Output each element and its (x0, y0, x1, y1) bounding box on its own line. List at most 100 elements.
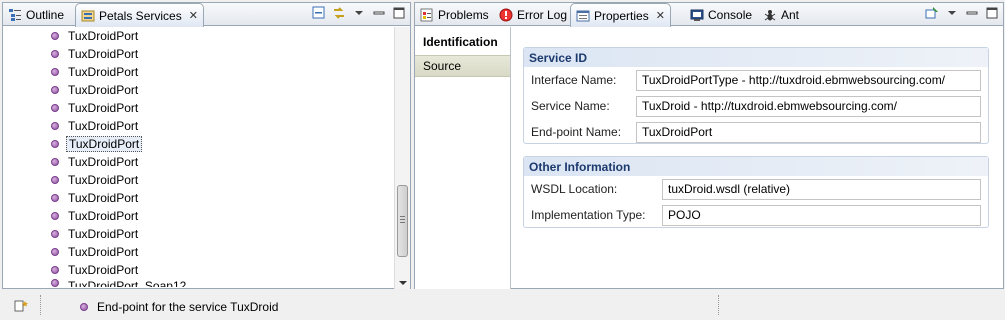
side-tab-source[interactable]: Source (415, 55, 510, 77)
endpoint-icon (51, 122, 59, 130)
implementation-type-field[interactable]: POJO (662, 204, 981, 226)
tab-problems-label: Problems (438, 7, 489, 22)
close-icon[interactable]: ✕ (189, 9, 198, 22)
collapse-all-icon[interactable] (312, 6, 326, 20)
properties-icon (576, 9, 590, 23)
endpoint-icon (51, 68, 59, 76)
left-view-toolbar (312, 6, 406, 20)
tree-item-selected[interactable]: TuxDroidPort (3, 135, 395, 153)
eclipse-window: Outline Petals Services ✕ TuxDroidPort T… (0, 0, 1005, 320)
tab-properties-label: Properties (594, 8, 649, 23)
petals-services-icon (81, 9, 95, 23)
interface-name-row: Interface Name: TuxDroidPortType - http:… (524, 67, 988, 93)
scroll-down-icon[interactable] (399, 281, 407, 285)
section-title: Service ID (524, 48, 988, 67)
problems-icon (420, 8, 434, 22)
view-menu-icon[interactable] (352, 6, 366, 20)
minimize-icon[interactable] (372, 6, 386, 20)
service-id-section: Service ID Interface Name: TuxDroidPortT… (523, 47, 989, 144)
tree-item[interactable]: TuxDroidPort (3, 261, 395, 279)
tree-item[interactable]: TuxDroidPort (3, 171, 395, 189)
tab-error-log[interactable]: Error Log (494, 3, 572, 26)
endpoint-icon (51, 212, 59, 220)
tab-petals-services[interactable]: Petals Services ✕ (75, 3, 204, 27)
service-name-field[interactable]: TuxDroid - http://tuxdroid.ebmwebsourcin… (636, 95, 981, 117)
tree-item[interactable]: TuxDroidPort (3, 189, 395, 207)
endpoint-icon (51, 279, 59, 287)
interface-name-label: Interface Name: (531, 73, 617, 87)
tab-petals-services-label: Petals Services (99, 8, 182, 23)
endpoint-icon (51, 248, 59, 256)
error-log-icon (499, 8, 513, 22)
wsdl-location-field[interactable]: tuxDroid.wsdl (relative) (662, 178, 981, 200)
right-view-toolbar (925, 6, 999, 20)
pin-view-icon[interactable] (925, 6, 939, 20)
implementation-type-label: Implementation Type: (531, 208, 646, 222)
fast-view-icon[interactable] (14, 299, 30, 316)
petals-services-view: Outline Petals Services ✕ TuxDroidPort T… (2, 2, 411, 289)
status-bar: End-point for the service TuxDroid (0, 293, 1005, 320)
maximize-icon[interactable] (392, 6, 406, 20)
endpoint-icon (51, 266, 59, 274)
status-divider (718, 295, 719, 315)
section-title: Other Information (524, 157, 988, 176)
left-tabbar: Outline Petals Services ✕ (3, 3, 410, 27)
property-side-tabs: Identification Source (415, 27, 511, 289)
wsdl-location-label: WSDL Location: (531, 182, 618, 196)
minimize-icon[interactable] (965, 6, 979, 20)
service-name-label: Service Name: (531, 99, 610, 113)
tab-outline[interactable]: Outline (3, 3, 69, 26)
interface-name-field[interactable]: TuxDroidPortType - http://tuxdroid.ebmwe… (636, 69, 981, 91)
endpoint-icon (51, 230, 59, 238)
tree-item[interactable]: TuxDroidPort (3, 99, 395, 117)
tab-console[interactable]: Console (685, 3, 757, 26)
implementation-type-row: Implementation Type: POJO (524, 202, 988, 228)
service-name-row: Service Name: TuxDroid - http://tuxdroid… (524, 93, 988, 119)
tab-console-label: Console (708, 7, 753, 22)
tree-scrollbar[interactable] (394, 27, 410, 289)
service-tree[interactable]: TuxDroidPort TuxDroidPort TuxDroidPort T… (3, 27, 395, 289)
view-menu-icon[interactable] (945, 6, 959, 20)
properties-content: Service ID Interface Name: TuxDroidPortT… (523, 47, 989, 240)
link-with-editor-icon[interactable] (332, 6, 346, 20)
other-information-section: Other Information WSDL Location: tuxDroi… (523, 156, 989, 228)
tree-item[interactable]: TuxDroidPort (3, 63, 395, 81)
endpoint-icon (51, 104, 59, 112)
tree-item[interactable]: TuxDroidPort (3, 207, 395, 225)
properties-view: Problems Error Log Properties ✕ Console (414, 2, 1004, 289)
endpoint-icon (51, 194, 59, 202)
status-message: End-point for the service TuxDroid (97, 299, 279, 314)
tree-item[interactable]: TuxDroidPort (3, 153, 395, 171)
wsdl-location-row: WSDL Location: tuxDroid.wsdl (relative) (524, 176, 988, 202)
tree-item[interactable]: TuxDroidPort (3, 225, 395, 243)
endpoint-icon (51, 140, 59, 148)
tab-ant-label: Ant (781, 7, 800, 22)
outline-icon (8, 8, 22, 22)
endpoint-icon (51, 176, 59, 184)
tab-ant[interactable]: Ant (758, 3, 804, 26)
console-icon (690, 8, 704, 22)
close-icon[interactable]: ✕ (656, 9, 665, 22)
tab-problems[interactable]: Problems (415, 3, 494, 26)
tree-item[interactable]: TuxDroidPort (3, 81, 395, 99)
right-tabbar: Problems Error Log Properties ✕ Console (415, 3, 1003, 27)
endpoint-name-field[interactable]: TuxDroidPort (636, 121, 981, 143)
side-tab-identification[interactable]: Identification (415, 27, 510, 55)
status-divider (40, 295, 41, 315)
tab-error-log-label: Error Log (517, 7, 568, 22)
endpoint-name-label: End-point Name: (531, 125, 622, 139)
tab-outline-label: Outline (26, 7, 65, 22)
tree-item[interactable]: TuxDroidPort (3, 45, 395, 63)
tree-item-partial[interactable]: TuxDroidPort_Soap12 (3, 279, 395, 287)
tree-item[interactable]: TuxDroidPort (3, 117, 395, 135)
maximize-icon[interactable] (985, 6, 999, 20)
tree-item[interactable]: TuxDroidPort (3, 27, 395, 45)
endpoint-icon (51, 86, 59, 94)
endpoint-name-row: End-point Name: TuxDroidPort (524, 119, 988, 145)
tab-properties[interactable]: Properties ✕ (570, 3, 671, 27)
endpoint-icon (51, 32, 59, 40)
endpoint-icon (80, 302, 88, 311)
endpoint-icon (51, 50, 59, 58)
scrollbar-thumb[interactable] (397, 185, 408, 257)
tree-item[interactable]: TuxDroidPort (3, 243, 395, 261)
